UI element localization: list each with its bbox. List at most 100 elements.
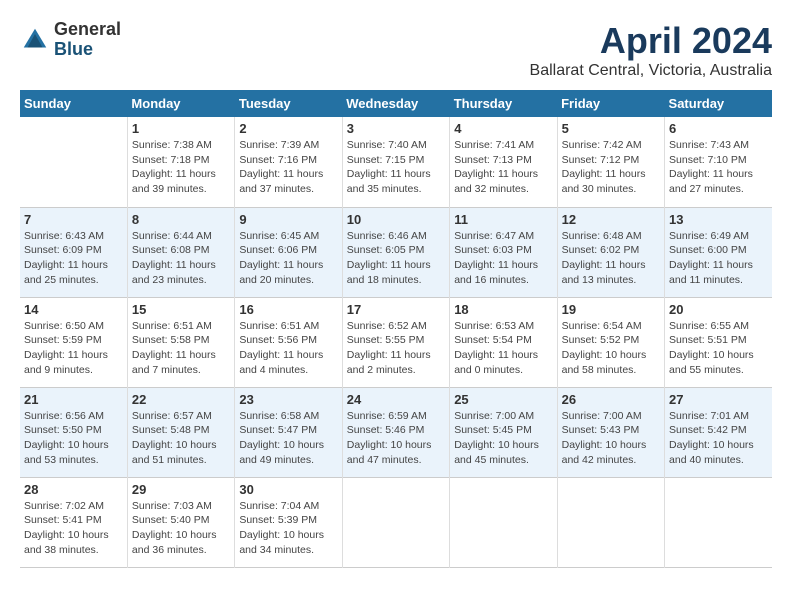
day-number: 17 xyxy=(347,302,445,317)
day-info: Sunrise: 6:47 AMSunset: 6:03 PMDaylight:… xyxy=(454,229,552,288)
day-info: Sunrise: 7:38 AMSunset: 7:18 PMDaylight:… xyxy=(132,138,230,197)
day-cell: 4 Sunrise: 7:41 AMSunset: 7:13 PMDaylight… xyxy=(450,117,557,207)
day-info: Sunrise: 7:00 AMSunset: 5:45 PMDaylight:… xyxy=(454,409,552,468)
day-cell: 28 Sunrise: 7:02 AMSunset: 5:41 PMDayligh… xyxy=(20,477,127,567)
weekday-header-wednesday: Wednesday xyxy=(342,90,449,117)
week-row-1: 1 Sunrise: 7:38 AMSunset: 7:18 PMDaylight… xyxy=(20,117,772,207)
day-cell: 6Sunrise: 7:43 AMSunset: 7:10 PMDaylight… xyxy=(665,117,772,207)
day-number: 7 xyxy=(24,212,123,227)
day-cell xyxy=(20,117,127,207)
weekday-header-monday: Monday xyxy=(127,90,234,117)
weekday-header-friday: Friday xyxy=(557,90,664,117)
day-info: Sunrise: 7:01 AMSunset: 5:42 PMDaylight:… xyxy=(669,409,768,468)
day-info: Sunrise: 6:55 AMSunset: 5:51 PMDaylight:… xyxy=(669,319,768,378)
day-number: 5 xyxy=(562,121,660,136)
day-info: Sunrise: 7:39 AMSunset: 7:16 PMDaylight:… xyxy=(239,138,337,197)
logo-blue: Blue xyxy=(54,39,93,59)
day-cell: 7 Sunrise: 6:43 AMSunset: 6:09 PMDaylight… xyxy=(20,207,127,297)
logo: General Blue xyxy=(20,20,121,60)
day-cell: 18 Sunrise: 6:53 AMSunset: 5:54 PMDayligh… xyxy=(450,297,557,387)
day-cell: 26 Sunrise: 7:00 AMSunset: 5:43 PMDayligh… xyxy=(557,387,664,477)
day-cell: 3Sunrise: 7:40 AMSunset: 7:15 PMDaylight… xyxy=(342,117,449,207)
week-row-4: 21 Sunrise: 6:56 AMSunset: 5:50 PMDayligh… xyxy=(20,387,772,477)
day-cell: 11 Sunrise: 6:47 AMSunset: 6:03 PMDayligh… xyxy=(450,207,557,297)
logo-general: General xyxy=(54,19,121,39)
day-number: 4 xyxy=(454,121,552,136)
day-info: Sunrise: 6:57 AMSunset: 5:48 PMDaylight:… xyxy=(132,409,230,468)
day-cell: 15 Sunrise: 6:51 AMSunset: 5:58 PMDayligh… xyxy=(127,297,234,387)
day-number: 9 xyxy=(239,212,337,227)
day-info: Sunrise: 6:48 AMSunset: 6:02 PMDaylight:… xyxy=(562,229,660,288)
day-number: 2 xyxy=(239,121,337,136)
day-info: Sunrise: 6:50 AMSunset: 5:59 PMDaylight:… xyxy=(24,319,123,378)
calendar-table: SundayMondayTuesdayWednesdayThursdayFrid… xyxy=(20,90,772,568)
weekday-header-row: SundayMondayTuesdayWednesdayThursdayFrid… xyxy=(20,90,772,117)
day-number: 22 xyxy=(132,392,230,407)
day-info: Sunrise: 6:56 AMSunset: 5:50 PMDaylight:… xyxy=(24,409,123,468)
week-row-2: 7 Sunrise: 6:43 AMSunset: 6:09 PMDaylight… xyxy=(20,207,772,297)
day-number: 10 xyxy=(347,212,445,227)
week-row-5: 28 Sunrise: 7:02 AMSunset: 5:41 PMDayligh… xyxy=(20,477,772,567)
day-info: Sunrise: 6:54 AMSunset: 5:52 PMDaylight:… xyxy=(562,319,660,378)
day-cell: 23 Sunrise: 6:58 AMSunset: 5:47 PMDayligh… xyxy=(235,387,342,477)
day-cell xyxy=(557,477,664,567)
day-cell: 12Sunrise: 6:48 AMSunset: 6:02 PMDayligh… xyxy=(557,207,664,297)
day-info: Sunrise: 6:45 AMSunset: 6:06 PMDaylight:… xyxy=(239,229,337,288)
title-area: April 2024 Ballarat Central, Victoria, A… xyxy=(530,20,772,80)
day-info: Sunrise: 6:58 AMSunset: 5:47 PMDaylight:… xyxy=(239,409,337,468)
day-cell: 5Sunrise: 7:42 AMSunset: 7:12 PMDaylight… xyxy=(557,117,664,207)
day-cell: 8 Sunrise: 6:44 AMSunset: 6:08 PMDaylight… xyxy=(127,207,234,297)
day-cell: 22 Sunrise: 6:57 AMSunset: 5:48 PMDayligh… xyxy=(127,387,234,477)
weekday-header-tuesday: Tuesday xyxy=(235,90,342,117)
day-cell: 10 Sunrise: 6:46 AMSunset: 6:05 PMDayligh… xyxy=(342,207,449,297)
day-number: 18 xyxy=(454,302,552,317)
day-info: Sunrise: 7:03 AMSunset: 5:40 PMDaylight:… xyxy=(132,499,230,558)
day-info: Sunrise: 6:46 AMSunset: 6:05 PMDaylight:… xyxy=(347,229,445,288)
day-info: Sunrise: 6:44 AMSunset: 6:08 PMDaylight:… xyxy=(132,229,230,288)
day-cell: 14 Sunrise: 6:50 AMSunset: 5:59 PMDayligh… xyxy=(20,297,127,387)
weekday-header-saturday: Saturday xyxy=(665,90,772,117)
day-cell: 25Sunrise: 7:00 AMSunset: 5:45 PMDayligh… xyxy=(450,387,557,477)
day-cell: 16 Sunrise: 6:51 AMSunset: 5:56 PMDayligh… xyxy=(235,297,342,387)
day-cell xyxy=(450,477,557,567)
month-title: April 2024 xyxy=(530,20,772,62)
day-cell: 27Sunrise: 7:01 AMSunset: 5:42 PMDayligh… xyxy=(665,387,772,477)
day-cell: 30 Sunrise: 7:04 AMSunset: 5:39 PMDayligh… xyxy=(235,477,342,567)
day-info: Sunrise: 7:40 AMSunset: 7:15 PMDaylight:… xyxy=(347,138,445,197)
day-info: Sunrise: 6:43 AMSunset: 6:09 PMDaylight:… xyxy=(24,229,123,288)
day-number: 30 xyxy=(239,482,337,497)
weekday-header-thursday: Thursday xyxy=(450,90,557,117)
day-cell: 21 Sunrise: 6:56 AMSunset: 5:50 PMDayligh… xyxy=(20,387,127,477)
day-info: Sunrise: 7:41 AMSunset: 7:13 PMDaylight:… xyxy=(454,138,552,197)
day-info: Sunrise: 7:02 AMSunset: 5:41 PMDaylight:… xyxy=(24,499,123,558)
weekday-header-sunday: Sunday xyxy=(20,90,127,117)
day-number: 13 xyxy=(669,212,768,227)
day-number: 8 xyxy=(132,212,230,227)
day-cell: 1 Sunrise: 7:38 AMSunset: 7:18 PMDaylight… xyxy=(127,117,234,207)
day-info: Sunrise: 6:49 AMSunset: 6:00 PMDaylight:… xyxy=(669,229,768,288)
day-number: 16 xyxy=(239,302,337,317)
day-number: 21 xyxy=(24,392,123,407)
header: General Blue April 2024 Ballarat Central… xyxy=(20,20,772,80)
logo-text: General Blue xyxy=(54,20,121,60)
day-info: Sunrise: 6:51 AMSunset: 5:56 PMDaylight:… xyxy=(239,319,337,378)
day-number: 19 xyxy=(562,302,660,317)
day-number: 11 xyxy=(454,212,552,227)
location: Ballarat Central, Victoria, Australia xyxy=(530,62,772,80)
day-number: 14 xyxy=(24,302,123,317)
day-info: Sunrise: 6:51 AMSunset: 5:58 PMDaylight:… xyxy=(132,319,230,378)
day-number: 20 xyxy=(669,302,768,317)
day-info: Sunrise: 7:00 AMSunset: 5:43 PMDaylight:… xyxy=(562,409,660,468)
day-number: 15 xyxy=(132,302,230,317)
day-number: 29 xyxy=(132,482,230,497)
day-number: 23 xyxy=(239,392,337,407)
day-info: Sunrise: 7:04 AMSunset: 5:39 PMDaylight:… xyxy=(239,499,337,558)
day-info: Sunrise: 6:52 AMSunset: 5:55 PMDaylight:… xyxy=(347,319,445,378)
day-number: 1 xyxy=(132,121,230,136)
day-cell: 2 Sunrise: 7:39 AMSunset: 7:16 PMDaylight… xyxy=(235,117,342,207)
day-number: 26 xyxy=(562,392,660,407)
day-number: 24 xyxy=(347,392,445,407)
day-number: 28 xyxy=(24,482,123,497)
day-info: Sunrise: 6:53 AMSunset: 5:54 PMDaylight:… xyxy=(454,319,552,378)
day-cell: 9 Sunrise: 6:45 AMSunset: 6:06 PMDaylight… xyxy=(235,207,342,297)
